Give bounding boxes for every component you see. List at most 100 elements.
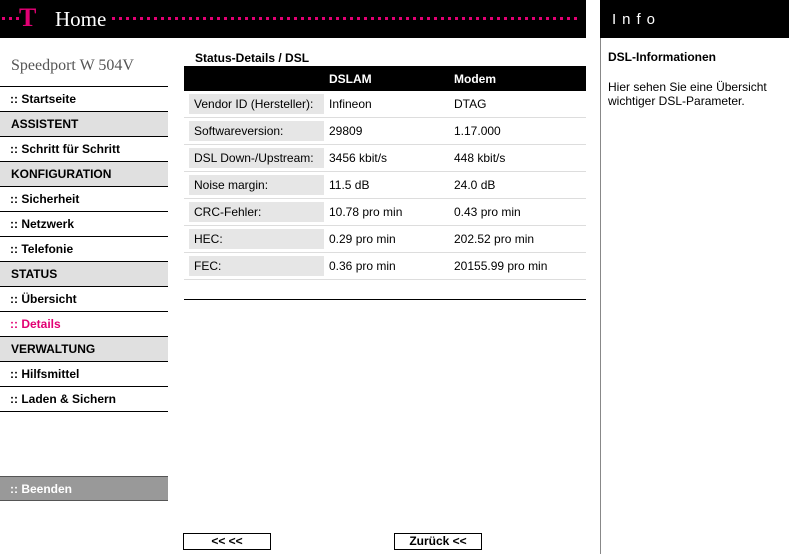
column-header-modem: Modem	[454, 72, 496, 86]
header-bar: T Home	[0, 0, 586, 38]
header-dot	[539, 17, 542, 20]
info-heading: DSL-Informationen	[608, 50, 716, 64]
header-dot	[455, 17, 458, 20]
header-dot	[126, 17, 129, 20]
header-dot	[119, 17, 122, 20]
header-dot	[161, 17, 164, 20]
table-row: DSL Down-/Upstream: 3456 kbit/s 448 kbit/s	[184, 145, 586, 172]
dsl-table: DSLAM Modem Vendor ID (Hersteller): Infin…	[184, 66, 586, 280]
table-row: Vendor ID (Hersteller): Infineon DTAG	[184, 91, 586, 118]
header-dot	[357, 17, 360, 20]
sidebar-item-schritt-für-schritt[interactable]: :: Schritt für Schritt	[0, 136, 168, 161]
dslam-value: 3456 kbit/s	[329, 151, 388, 165]
header-dot	[315, 17, 318, 20]
header-dot	[147, 17, 150, 20]
modem-value: DTAG	[454, 97, 487, 111]
dslam-value: Infineon	[329, 97, 372, 111]
previous-button[interactable]: << <<	[183, 533, 271, 550]
header-dot	[399, 17, 402, 20]
header-dot	[308, 17, 311, 20]
sidebar-item-telefonie[interactable]: :: Telefonie	[0, 236, 168, 261]
header-dot	[343, 17, 346, 20]
header-dot	[112, 17, 115, 20]
table-row: CRC-Fehler: 10.78 pro min 0.43 pro min	[184, 199, 586, 226]
sidebar-item-sicherheit[interactable]: :: Sicherheit	[0, 186, 168, 211]
sidebar-item-laden-sichern[interactable]: :: Laden & Sichern	[0, 386, 168, 411]
row-label: FEC:	[189, 256, 324, 276]
header-dot	[210, 17, 213, 20]
info-title: Info	[612, 11, 662, 28]
table-divider	[184, 299, 586, 300]
column-header-dslam: DSLAM	[329, 72, 372, 86]
header-dot	[574, 17, 577, 20]
sidebar-section-status: STATUS	[0, 261, 168, 286]
header-dot	[406, 17, 409, 20]
header-dot	[518, 17, 521, 20]
header-dot	[175, 17, 178, 20]
header-dot	[294, 17, 297, 20]
panel-divider	[600, 38, 601, 554]
header-dot	[525, 17, 528, 20]
sidebar-item-details[interactable]: :: Details	[0, 311, 168, 336]
header-dot	[245, 17, 248, 20]
header-dot	[469, 17, 472, 20]
header-dot	[217, 17, 220, 20]
header-dot	[413, 17, 416, 20]
header-dot	[462, 17, 465, 20]
sidebar-item-netzwerk[interactable]: :: Netzwerk	[0, 211, 168, 236]
header-dots-right	[112, 17, 577, 21]
header-dot	[182, 17, 185, 20]
header-dot	[133, 17, 136, 20]
header-dot	[287, 17, 290, 20]
modem-value: 20155.99 pro min	[454, 259, 548, 273]
header-dot	[371, 17, 374, 20]
info-text: Hier sehen Sie eine Übersicht wichtiger …	[608, 80, 767, 108]
header-dot	[350, 17, 353, 20]
row-label: HEC:	[189, 229, 324, 249]
info-header: Info	[600, 0, 789, 38]
logout-button[interactable]: :: Beenden	[0, 476, 168, 501]
header-dot	[483, 17, 486, 20]
sidebar-item-hilfsmittel[interactable]: :: Hilfsmittel	[0, 361, 168, 386]
back-button[interactable]: Zurück <<	[394, 533, 482, 550]
header-dot	[378, 17, 381, 20]
header-dot	[336, 17, 339, 20]
header-dot	[203, 17, 206, 20]
row-label: DSL Down-/Upstream:	[189, 148, 324, 168]
header-dot	[567, 17, 570, 20]
dslam-value: 29809	[329, 124, 363, 138]
sidebar-end-line	[0, 411, 168, 412]
header-dot	[532, 17, 535, 20]
sidebar-section-konfiguration: KONFIGURATION	[0, 161, 168, 186]
sidebar-item-übersicht[interactable]: :: Übersicht	[0, 286, 168, 311]
row-label: Softwareversion:	[189, 121, 324, 141]
header-dot	[322, 17, 325, 20]
header-dot	[476, 17, 479, 20]
header-dot	[224, 17, 227, 20]
device-brand: Speedport W 504V	[11, 57, 134, 74]
sidebar-item-startseite[interactable]: :: Startseite	[0, 86, 168, 111]
row-label: Vendor ID (Hersteller):	[189, 94, 324, 114]
dslam-value: 10.78 pro min	[329, 205, 403, 219]
header-dot	[2, 17, 5, 20]
header-dot	[168, 17, 171, 20]
header-dot	[259, 17, 262, 20]
header-dot	[560, 17, 563, 20]
header-dot	[189, 17, 192, 20]
header-dot	[9, 17, 12, 20]
table-header: DSLAM Modem	[184, 66, 586, 91]
header-dot	[434, 17, 437, 20]
header-dot	[553, 17, 556, 20]
header-dot	[273, 17, 276, 20]
page-title: Status-Details / DSL	[195, 51, 310, 65]
modem-value: 448 kbit/s	[454, 151, 506, 165]
dslam-value: 0.29 pro min	[329, 232, 396, 246]
header-dot	[420, 17, 423, 20]
header-dot	[329, 17, 332, 20]
modem-value: 24.0 dB	[454, 178, 496, 192]
dslam-value: 11.5 dB	[329, 178, 370, 192]
table-row: HEC: 0.29 pro min 202.52 pro min	[184, 226, 586, 253]
modem-value: 0.43 pro min	[454, 205, 521, 219]
header-dot	[252, 17, 255, 20]
header-dot	[385, 17, 388, 20]
